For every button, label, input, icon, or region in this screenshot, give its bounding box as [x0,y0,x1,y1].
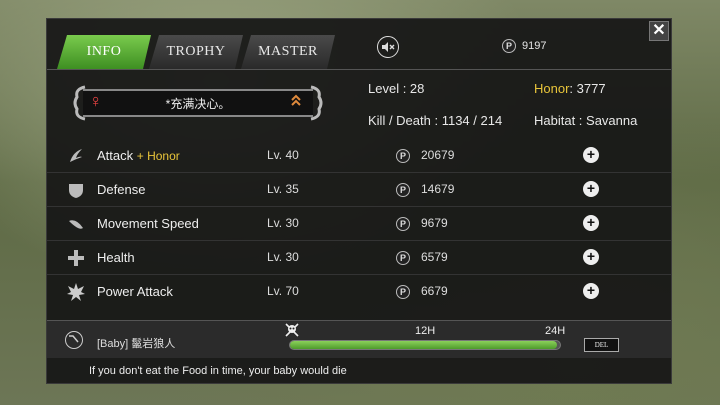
player-name-frame: ♀ *充满决心。 [71,85,325,121]
skill-name: Power Attack [97,284,173,299]
skill-level: Lv. 70 [267,284,299,298]
honor-stat: Honor: 3777 [534,81,606,96]
habitat-stat: Habitat : Savanna [534,113,638,128]
label-12h: 12H [415,325,436,337]
tab-bar: INFO TROPHY MASTER [57,35,333,69]
shield-icon [69,184,83,198]
skill-row-power-attack: Power Attack Lv. 70 P 6679 + [47,275,671,309]
skill-row-movement-speed: Movement Speed Lv. 30 P 9679 + [47,207,671,241]
skill-name: Health [97,250,135,265]
claw-icon [70,149,82,162]
level-stat: Level : 28 [368,81,425,96]
speaker-mute-icon [382,42,395,52]
kill-death-stat: Kill / Death : 1134 / 214 [368,113,503,128]
upgrade-health-button[interactable]: + [583,249,599,265]
skill-price: 14679 [421,182,455,196]
hunger-warning: If you don't eat the Food in time, your … [89,365,347,377]
baby-status-bar: [Baby] 鬣岩狼人 12H 24H DEL [47,320,671,358]
skill-level: Lv. 30 [267,216,299,230]
skill-name: Movement Speed [97,216,199,231]
skill-name: Attack + Honor [97,148,180,163]
skill-price: 6679 [421,284,448,298]
coin-p-icon: P [502,39,516,53]
info-panel: ✕ INFO TROPHY MASTER P 9197 ♀ *充满决心。 Lev… [46,18,672,384]
rank-chevron-icon [291,94,301,106]
coin-p-icon: P [396,183,410,197]
skill-price: 20679 [421,148,455,162]
skill-level: Lv. 40 [267,148,299,162]
tab-info[interactable]: INFO [57,35,151,69]
currency-display: P 9197 [502,39,546,53]
upgrade-attack-button[interactable]: + [583,147,599,163]
skill-list: Attack + Honor Lv. 40 P 20679 + Defense … [47,139,671,309]
baby-arrow-icon [69,335,79,343]
hunger-progress-fill [290,341,558,349]
skill-row-attack: Attack + Honor Lv. 40 P 20679 + [47,139,671,173]
skill-level: Lv. 30 [267,250,299,264]
honor-bonus-label: + Honor [136,149,180,163]
currency-amount: 9197 [522,40,547,52]
upgrade-movement-speed-button[interactable]: + [583,215,599,231]
skill-row-health: Health Lv. 30 P 6579 + [47,241,671,275]
tab-master[interactable]: MASTER [241,35,335,69]
mute-button[interactable] [377,36,399,58]
player-name: *充满决心。 [165,97,231,111]
label-24h: 24H [545,325,566,337]
skull-icon [285,323,299,337]
coin-p-icon: P [396,217,410,231]
upgrade-defense-button[interactable]: + [583,181,599,197]
coin-p-icon: P [396,251,410,265]
skill-name: Defense [97,182,146,197]
upgrade-power-attack-button[interactable]: + [583,283,599,299]
skill-price: 9679 [421,216,448,230]
close-button[interactable]: ✕ [649,21,669,41]
skill-level: Lv. 35 [267,182,299,196]
header-divider [47,69,671,70]
coin-p-icon: P [396,285,410,299]
feather-icon [69,220,83,229]
delete-baby-button[interactable]: DEL [584,338,619,352]
baby-paw-icon [65,331,83,349]
skill-price: 6579 [421,250,448,264]
hunger-progress-bar [289,340,561,350]
burst-icon [67,283,85,301]
skill-row-defense: Defense Lv. 35 P 14679 + [47,173,671,207]
cross-icon [68,250,84,266]
baby-name: [Baby] 鬣岩狼人 [97,338,176,350]
coin-p-icon: P [396,149,410,163]
tab-trophy[interactable]: TROPHY [149,35,243,69]
